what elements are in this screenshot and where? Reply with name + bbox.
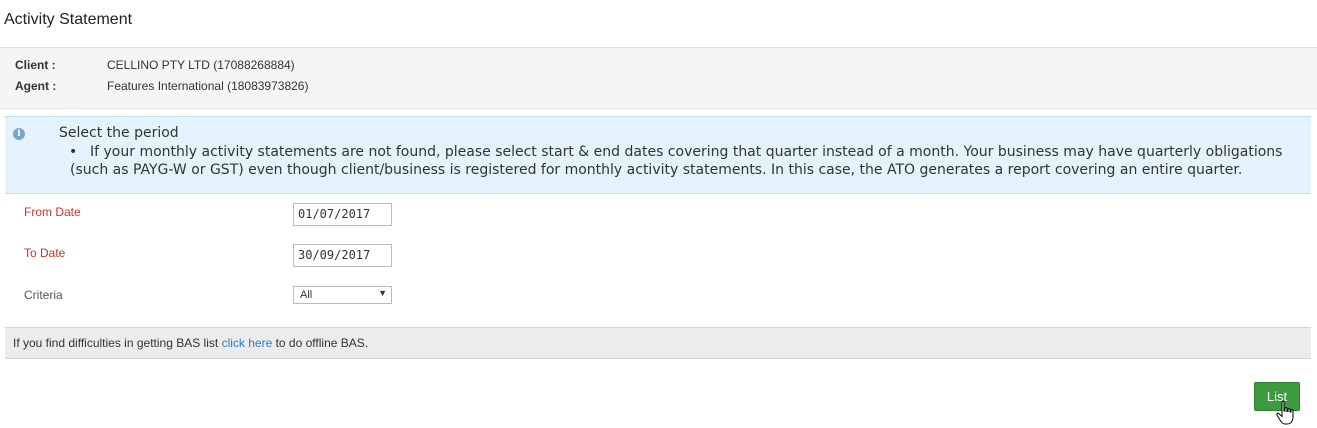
criteria-label: Criteria	[24, 288, 63, 302]
help-text-prefix: If you find difficulties in getting BAS …	[13, 336, 219, 350]
period-notice: i Select the period • If your monthly ac…	[5, 116, 1311, 194]
page-title: Activity Statement	[4, 11, 133, 28]
client-value: CELLINO PTY LTD (17088268884)	[107, 58, 295, 72]
notice-body-text: If your monthly activity statements are …	[70, 144, 1283, 178]
from-date-input[interactable]: 01/07/2017	[293, 203, 392, 226]
offline-bas-link[interactable]: click here	[222, 336, 273, 350]
hand-pointer-icon	[1276, 400, 1294, 425]
info-icon: i	[13, 128, 25, 140]
criteria-selected-value: All	[300, 289, 313, 301]
client-info-panel: Client : CELLINO PTY LTD (17088268884) A…	[0, 47, 1317, 109]
help-text: If you find difficulties in getting BAS …	[13, 336, 368, 350]
to-date-label: To Date	[24, 246, 66, 260]
bullet-icon: •	[69, 144, 78, 160]
agent-value: Features International (18083973826)	[107, 79, 309, 93]
client-label: Client :	[15, 58, 56, 72]
notice-bullet-item: • If your monthly activity statements ar…	[69, 143, 1290, 179]
help-text-suffix: to do offline BAS.	[275, 336, 369, 350]
agent-label: Agent :	[15, 79, 57, 93]
to-date-input[interactable]: 30/09/2017	[293, 244, 392, 267]
help-bar: If you find difficulties in getting BAS …	[5, 327, 1311, 359]
dropdown-arrow-icon: ▼	[378, 288, 387, 298]
criteria-select[interactable]: All ▼	[293, 286, 392, 304]
notice-title: Select the period	[59, 125, 179, 141]
from-date-label: From Date	[24, 205, 81, 219]
